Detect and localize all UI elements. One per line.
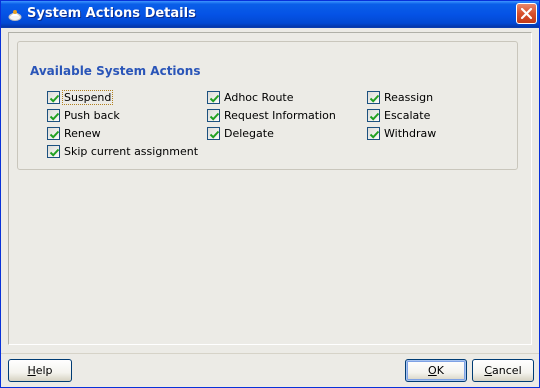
footer-separator (1, 353, 539, 354)
checkbox-adhoc-route[interactable]: Adhoc Route (207, 90, 294, 105)
checkbox-label: Request Information (224, 109, 336, 122)
checkbox-escalate[interactable]: Escalate (367, 108, 430, 123)
checkbox-reassign[interactable]: Reassign (367, 90, 433, 105)
help-mnemonic: H (27, 364, 36, 377)
checkbox-label: Escalate (384, 109, 431, 122)
checkbox-box[interactable] (367, 91, 380, 104)
checkbox-label: Adhoc Route (224, 91, 294, 104)
checkbox-label: Delegate (224, 127, 274, 140)
checkmark-icon (209, 112, 220, 121)
checkbox-renew[interactable]: Renew (47, 126, 101, 141)
checkbox-label: Reassign (384, 91, 434, 104)
checkbox-label: Push back (64, 109, 120, 122)
checkbox-box[interactable] (207, 91, 220, 104)
checkbox-delegate[interactable]: Delegate (207, 126, 274, 141)
checkbox-box[interactable] (47, 127, 60, 140)
checkmark-icon (209, 130, 220, 139)
checkmark-icon (49, 130, 60, 139)
checkmark-icon (49, 112, 60, 121)
checkbox-push-back[interactable]: Push back (47, 108, 120, 123)
checkbox-request-information[interactable]: Request Information (207, 108, 336, 123)
checkbox-box[interactable] (47, 109, 60, 122)
title-bar[interactable]: System Actions Details (1, 1, 539, 28)
checkbox-box[interactable] (207, 109, 220, 122)
checkmark-icon (49, 94, 60, 103)
checkbox-box[interactable] (47, 145, 60, 158)
ok-label-rest: K (436, 364, 444, 377)
cancel-button[interactable]: Cancel (472, 359, 534, 382)
checkmark-icon (209, 94, 220, 103)
checkbox-box[interactable] (47, 91, 60, 104)
cancel-mnemonic: C (484, 364, 493, 377)
help-label-rest: elp (35, 364, 53, 377)
ok-button[interactable]: OK (405, 359, 467, 382)
checkbox-withdraw[interactable]: Withdraw (367, 126, 436, 141)
checkbox-label: Skip current assignment (64, 145, 199, 158)
checkmark-icon (369, 112, 380, 121)
checkbox-box[interactable] (367, 127, 380, 140)
checkbox-suspend[interactable]: Suspend (47, 90, 114, 105)
ok-mnemonic: O (428, 364, 437, 377)
checkbox-box[interactable] (367, 109, 380, 122)
checkbox-label: Renew (64, 127, 101, 140)
group-title: Available System Actions (28, 64, 203, 78)
cancel-label-rest: ancel (492, 364, 522, 377)
close-button[interactable] (516, 3, 537, 24)
checkmark-icon (369, 130, 380, 139)
checkbox-skip-current-assignment[interactable]: Skip current assignment (47, 144, 198, 159)
close-icon (520, 7, 533, 20)
checkbox-box[interactable] (207, 127, 220, 140)
app-icon (7, 6, 23, 22)
checkbox-label: Suspend (61, 90, 114, 105)
checkbox-label: Withdraw (384, 127, 437, 140)
checkmark-icon (49, 148, 60, 157)
checkmark-icon (369, 94, 380, 103)
window-title: System Actions Details (27, 6, 196, 21)
help-button[interactable]: Help (8, 359, 72, 382)
dialog-window: System Actions Details Available System … (0, 0, 540, 388)
